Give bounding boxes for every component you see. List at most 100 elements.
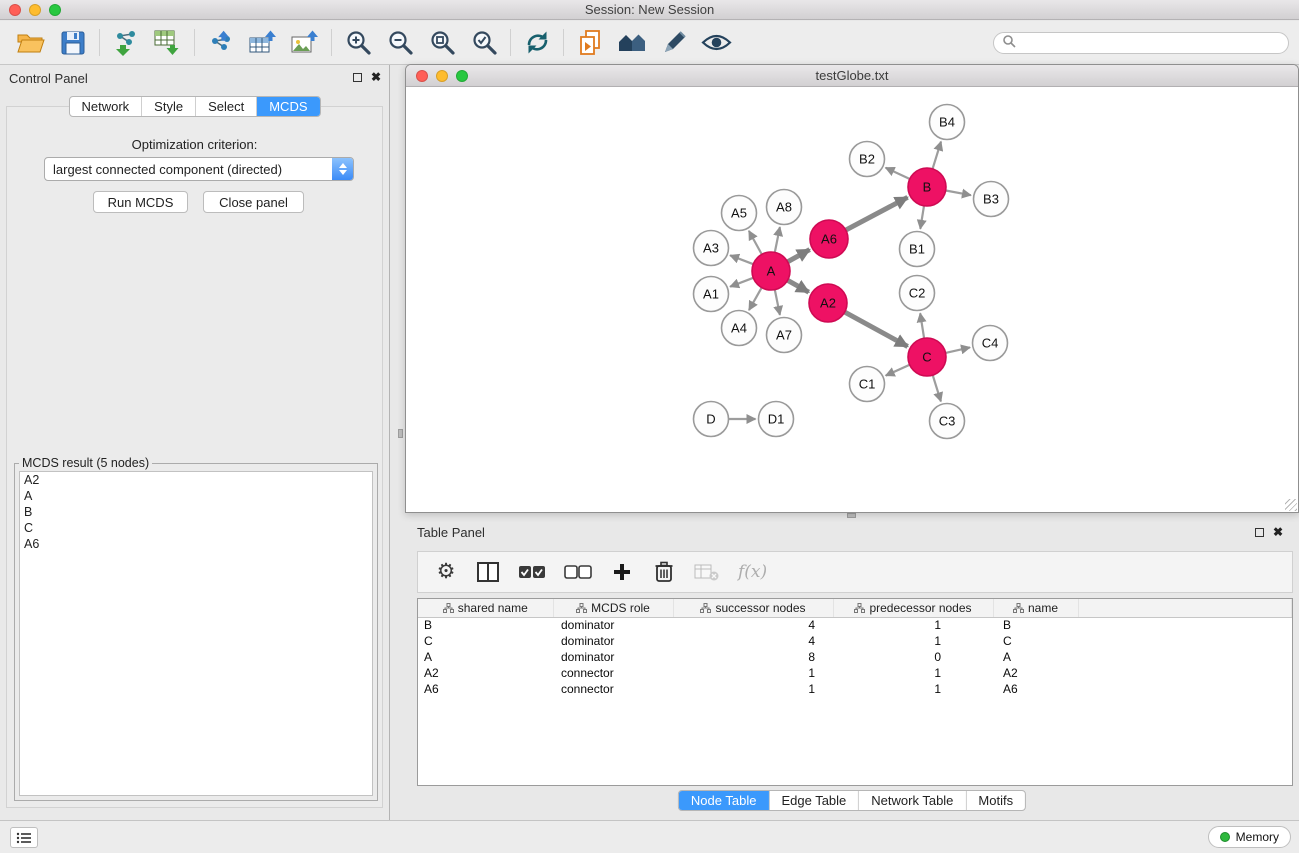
close-traffic-light[interactable] [416, 70, 428, 82]
tab-edge-table[interactable]: Edge Table [769, 791, 859, 810]
table-cell[interactable]: A6 [993, 681, 1078, 697]
graph-node-B3[interactable]: B3 [974, 182, 1009, 217]
network-graph[interactable]: B4B2BB3A5A8A6B1A3AC2A1A2A4A7C4CC1C3DD1 [406, 88, 1298, 512]
graph-edge-C-C4[interactable] [946, 347, 971, 353]
graph-edge-B-B2[interactable] [886, 168, 910, 179]
network-canvas[interactable]: B4B2BB3A5A8A6B1A3AC2A1A2A4A7C4CC1C3DD1 [406, 88, 1298, 512]
minimize-traffic-light[interactable] [436, 70, 448, 82]
graph-node-B[interactable]: B [908, 168, 946, 206]
table-cell[interactable]: A [993, 649, 1078, 665]
mcds-result-item[interactable]: A6 [20, 536, 372, 552]
column-header[interactable]: predecessor nodes [833, 599, 993, 617]
table-cell[interactable]: B [418, 617, 553, 633]
graph-node-A8[interactable]: A8 [767, 190, 802, 225]
refresh-icon[interactable] [516, 26, 558, 60]
mcds-result-list[interactable]: A2ABCA6 [19, 471, 373, 796]
graph-node-A[interactable]: A [752, 252, 790, 290]
table-cell[interactable]: dominator [553, 617, 673, 633]
table-cell[interactable]: 4 [673, 617, 833, 633]
tab-mcds[interactable]: MCDS [257, 97, 319, 116]
tab-network-table[interactable]: Network Table [859, 791, 966, 810]
table-cell[interactable]: dominator [553, 649, 673, 665]
close-traffic-light[interactable] [9, 4, 21, 16]
float-panel-icon[interactable] [1255, 528, 1264, 537]
graph-edge-B-B3[interactable] [946, 191, 971, 196]
graph-node-C4[interactable]: C4 [973, 326, 1008, 361]
graph-node-C1[interactable]: C1 [850, 367, 885, 402]
settings-gear-icon[interactable]: ⚙ [434, 558, 458, 586]
table-cell[interactable]: 8 [673, 649, 833, 665]
graph-edge-B-B4[interactable] [933, 142, 941, 169]
table-row[interactable]: Adominator80A [418, 649, 1292, 665]
open-folder-icon[interactable] [10, 26, 52, 60]
tab-select[interactable]: Select [196, 97, 257, 116]
graph-edge-A-A4[interactable] [749, 288, 762, 311]
table-cell[interactable]: 1 [833, 681, 993, 697]
graph-node-A3[interactable]: A3 [694, 231, 729, 266]
graph-node-D1[interactable]: D1 [759, 402, 794, 437]
add-row-icon[interactable] [610, 558, 634, 586]
export-image-icon[interactable] [284, 26, 326, 60]
save-icon[interactable] [52, 26, 94, 60]
optimization-criterion-select[interactable]: largest connected component (directed) [44, 157, 354, 181]
open-recent-session-icon[interactable] [569, 26, 611, 60]
graph-node-A6[interactable]: A6 [810, 220, 848, 258]
graph-edge-A-A2[interactable] [788, 280, 809, 292]
mcds-result-item[interactable]: A2 [20, 472, 372, 488]
tab-network[interactable]: Network [69, 97, 142, 116]
search-input[interactable] [1021, 36, 1271, 50]
graph-node-C3[interactable]: C3 [930, 404, 965, 439]
close-panel-button[interactable]: Close panel [203, 191, 304, 213]
table-cell[interactable]: C [418, 633, 553, 649]
table-cell[interactable]: 4 [673, 633, 833, 649]
deselect-all-icon[interactable] [564, 558, 592, 586]
table-row[interactable]: Bdominator41B [418, 617, 1292, 633]
graph-edge-C-C3[interactable] [933, 375, 941, 401]
import-network-icon[interactable] [105, 26, 147, 60]
graph-edge-C-C1[interactable] [886, 365, 910, 376]
run-mcds-button[interactable]: Run MCDS [93, 191, 188, 213]
table-cell[interactable]: A6 [418, 681, 553, 697]
show-graphics-details-eye-icon[interactable] [695, 26, 737, 60]
zoom-out-icon[interactable] [379, 26, 421, 60]
window-resize-grip[interactable] [1285, 499, 1297, 511]
zoom-traffic-light[interactable] [456, 70, 468, 82]
graph-edge-B-B1[interactable] [920, 206, 924, 229]
task-history-button[interactable] [10, 827, 38, 848]
graph-edge-A-A7[interactable] [775, 290, 780, 315]
mcds-result-item[interactable]: C [20, 520, 372, 536]
graph-edge-A-A3[interactable] [730, 255, 753, 264]
import-table-icon[interactable] [147, 26, 189, 60]
graph-edge-A-A5[interactable] [749, 231, 762, 255]
graph-node-C2[interactable]: C2 [900, 276, 935, 311]
export-network-icon[interactable] [200, 26, 242, 60]
annotation-pen-icon[interactable] [653, 26, 695, 60]
table-cell[interactable]: 0 [833, 649, 993, 665]
table-cell[interactable]: dominator [553, 633, 673, 649]
close-panel-icon[interactable]: ✖ [371, 71, 381, 83]
column-visibility-icon[interactable] [476, 558, 500, 586]
table-cell[interactable]: A2 [993, 665, 1078, 681]
column-header[interactable]: shared name [418, 599, 553, 617]
vertical-splitter-handle[interactable] [398, 429, 403, 438]
graph-edge-A-A8[interactable] [775, 227, 780, 252]
column-header[interactable]: MCDS role [553, 599, 673, 617]
table-cell[interactable]: connector [553, 681, 673, 697]
tab-node-table[interactable]: Node Table [679, 791, 770, 810]
mcds-result-item[interactable]: B [20, 504, 372, 520]
table-cell[interactable]: connector [553, 665, 673, 681]
table-cell[interactable]: 1 [673, 665, 833, 681]
home-icon[interactable] [611, 26, 653, 60]
graph-edge-A6-B[interactable] [846, 197, 908, 230]
graph-node-A4[interactable]: A4 [722, 311, 757, 346]
table-cell[interactable]: B [993, 617, 1078, 633]
tab-style[interactable]: Style [142, 97, 196, 116]
zoom-fit-icon[interactable] [421, 26, 463, 60]
graph-node-C[interactable]: C [908, 338, 946, 376]
table-row[interactable]: A2connector11A2 [418, 665, 1292, 681]
zoom-selected-icon[interactable] [463, 26, 505, 60]
export-table-icon[interactable] [242, 26, 284, 60]
graph-node-D[interactable]: D [694, 402, 729, 437]
column-header[interactable]: successor nodes [673, 599, 833, 617]
table-row[interactable]: Cdominator41C [418, 633, 1292, 649]
